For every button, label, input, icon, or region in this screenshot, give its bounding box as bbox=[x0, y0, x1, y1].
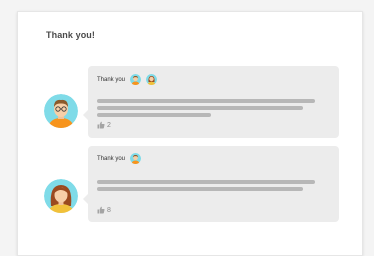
mentioned-man-avatar-icon[interactable] bbox=[130, 153, 142, 164]
mentioned-man-avatar-icon[interactable] bbox=[130, 74, 142, 85]
comment-bubble: Thank you 2 bbox=[83, 66, 339, 138]
woman-avatar-icon bbox=[44, 179, 78, 213]
author-avatar-man[interactable] bbox=[44, 94, 78, 128]
bubble-header: Thank you bbox=[97, 153, 142, 164]
thumbs-up-icon bbox=[97, 206, 105, 214]
author-avatar-woman[interactable] bbox=[44, 179, 78, 213]
thank-you-label: Thank you bbox=[97, 155, 126, 162]
text-line bbox=[97, 180, 315, 184]
like-counter[interactable]: 8 bbox=[97, 206, 111, 214]
thank-you-card: Thank you! Thank you 2 Thank you 8 bbox=[17, 11, 363, 256]
comment-bubble: Thank you 8 bbox=[83, 146, 339, 222]
thumbs-up-icon bbox=[97, 121, 105, 129]
thank-you-label: Thank you bbox=[97, 76, 126, 83]
text-line bbox=[97, 99, 315, 103]
mentioned-woman-avatar-icon[interactable] bbox=[146, 74, 158, 85]
text-line bbox=[97, 106, 303, 110]
text-line bbox=[97, 113, 211, 117]
bubble-header: Thank you bbox=[97, 74, 158, 85]
like-count: 8 bbox=[107, 206, 111, 214]
text-line bbox=[97, 187, 303, 191]
like-count: 2 bbox=[107, 121, 111, 129]
like-counter[interactable]: 2 bbox=[97, 121, 111, 129]
man-avatar-icon bbox=[44, 94, 78, 128]
card-title: Thank you! bbox=[46, 30, 96, 40]
